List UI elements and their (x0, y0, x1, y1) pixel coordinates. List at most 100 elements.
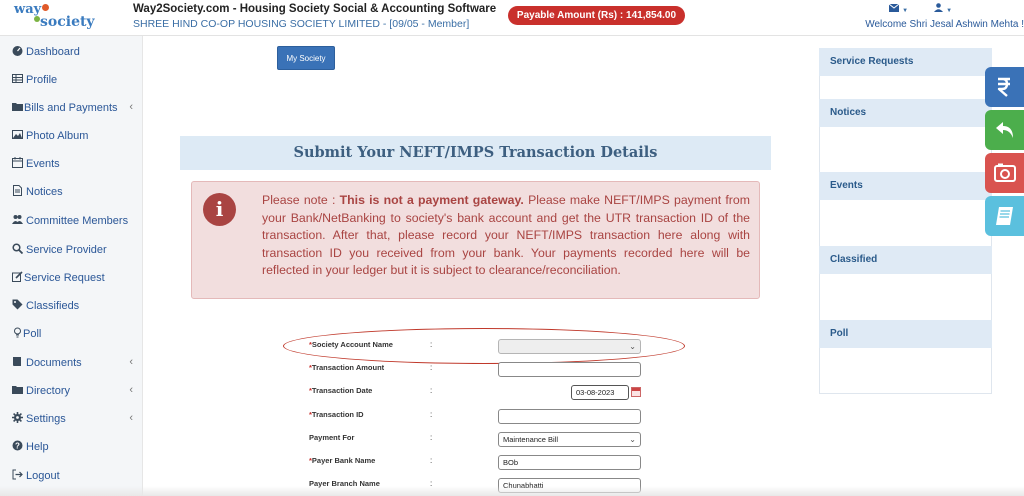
reply-button[interactable] (985, 110, 1024, 150)
svg-text:?: ? (15, 441, 20, 450)
table-icon (12, 74, 23, 83)
sidebar-item-directory[interactable]: Directory ‹ (0, 380, 143, 404)
payment-for-label: Payment For (309, 433, 355, 442)
transaction-date-label: *Transaction Date (309, 386, 372, 395)
logout-icon (12, 469, 23, 480)
sidebar-item-documents[interactable]: Documents ‹ (0, 352, 143, 376)
rupee-icon (997, 77, 1010, 97)
sidebar-item-label: Service Request (24, 272, 105, 284)
society-subtitle: SHREE HIND CO-OP HOUSING SOCIETY LIMITED… (133, 18, 470, 30)
book-icon (996, 207, 1013, 225)
page-title: Submit Your NEFT/IMPS Transaction Detail… (180, 136, 771, 170)
sidebar-item-dashboard[interactable]: Dashboard (0, 41, 143, 65)
chevron-down-icon: ▼ (902, 8, 909, 14)
my-society-button[interactable]: My Society (277, 46, 335, 70)
payer-bank-name-label: *Payer Bank Name (309, 456, 375, 465)
help-icon: ? (12, 440, 23, 451)
sidebar-item-bills-and-payments[interactable]: Bills and Payments ‹ (0, 97, 143, 121)
sidebar-item-photo-album[interactable]: Photo Album (0, 125, 143, 149)
transaction-amount-label: *Transaction Amount (309, 363, 384, 372)
field-label-text: Transaction ID (311, 410, 364, 419)
logo-text-bottom: society (40, 14, 95, 30)
sidebar-item-service-request[interactable]: Service Request (0, 267, 143, 291)
field-colon: : (430, 456, 433, 465)
sidebar-item-label: Help (26, 441, 49, 453)
top-header: way society Way2Society.com - Housing So… (0, 0, 1024, 36)
field-colon: : (430, 433, 433, 442)
sidebar-item-label: Directory (26, 385, 71, 397)
sidebar-item-profile[interactable]: Profile (0, 69, 143, 93)
poll-header[interactable]: Poll (819, 320, 992, 348)
field-label-text: Transaction Amount (311, 363, 385, 372)
folder-icon (12, 386, 23, 394)
chevron-down-icon: ▼ (946, 8, 953, 14)
sidebar-item-label: Profile (26, 74, 58, 86)
transaction-id-input[interactable] (498, 409, 641, 424)
dashboard-icon (12, 46, 23, 56)
note-prefix: Please note : (262, 193, 340, 207)
info-icon: i (203, 193, 236, 226)
calendar-icon (12, 157, 23, 168)
folder-icon (12, 103, 23, 111)
chevron-left-icon: ‹ (129, 412, 133, 424)
sidebar-item-service-provider[interactable]: Service Provider (0, 239, 143, 263)
field-colon: : (430, 410, 433, 419)
users-icon (12, 215, 23, 224)
sidebar-item-label: Events (26, 158, 60, 170)
sidebar-item-label: Committee Members (26, 215, 129, 227)
select-value: Maintenance Bill (503, 435, 559, 444)
book-icon (13, 357, 21, 366)
classified-header[interactable]: Classified (819, 246, 992, 274)
sidebar-item-label: Settings (26, 413, 66, 425)
service-requests-header[interactable]: Service Requests (819, 48, 992, 76)
transaction-date-input[interactable]: 03-08-2023 (571, 385, 629, 400)
field-colon: : (430, 363, 433, 372)
chevron-left-icon: ‹ (129, 356, 133, 368)
sidebar-item-label: Classifieds (26, 300, 80, 312)
search-icon (12, 243, 23, 254)
sidebar-item-help[interactable]: ? Help (0, 436, 143, 460)
chevron-left-icon: ‹ (129, 384, 133, 396)
welcome-text: Welcome Shri Jesal Ashwin Mehta ! (865, 19, 1024, 30)
sidebar-item-label: Poll (23, 328, 42, 340)
payable-amount-badge[interactable]: Payable Amount (Rs) : 141,854.00 (508, 6, 685, 25)
pay-dues-button[interactable] (985, 67, 1024, 107)
chevron-down-icon: ⌄ (629, 435, 636, 444)
sidebar-item-poll[interactable]: Poll (0, 323, 143, 347)
payer-bank-name-input[interactable]: BOb (498, 455, 641, 470)
payment-note-text: Please note : This is not a payment gate… (262, 192, 750, 280)
sidebar-item-events[interactable]: Events (0, 153, 143, 177)
way2society-logo[interactable]: way society (14, 2, 110, 34)
sidebar-item-settings[interactable]: Settings ‹ (0, 408, 143, 432)
sidebar-item-label: Photo Album (26, 130, 89, 142)
user-menu[interactable]: ▼ (934, 3, 952, 15)
sidebar-item-label: Notices (26, 186, 63, 198)
sidebar-item-label: Dashboard (26, 46, 80, 58)
documents-button[interactable] (985, 196, 1024, 236)
mail-menu[interactable]: ▼ (888, 3, 909, 15)
sidebar-item-label: Logout (26, 470, 60, 482)
sidebar-item-label: Service Provider (26, 244, 107, 256)
sidebar-item-committee-members[interactable]: Committee Members (0, 210, 143, 234)
photo-album-button[interactable] (985, 153, 1024, 193)
lightbulb-icon (14, 327, 21, 338)
payment-for-select[interactable]: Maintenance Bill ⌄ (498, 432, 641, 447)
envelope-icon (888, 3, 900, 12)
gear-icon (12, 412, 23, 423)
edit-icon (12, 271, 23, 282)
transaction-amount-input[interactable] (498, 362, 641, 377)
file-icon (13, 185, 22, 196)
events-header[interactable]: Events (819, 172, 992, 200)
highlight-annotation (283, 328, 685, 364)
image-icon (12, 130, 23, 139)
sidebar-item-label: Bills and Payments (24, 102, 118, 114)
calendar-icon[interactable] (631, 387, 641, 397)
notices-header[interactable]: Notices (819, 99, 992, 127)
sidebar-item-notices[interactable]: Notices (0, 181, 143, 205)
logo-text-top: way (14, 2, 42, 17)
field-colon: : (430, 386, 433, 395)
user-icon (934, 3, 943, 12)
field-label-text: Transaction Date (311, 386, 373, 395)
sidebar-item-classifieds[interactable]: Classifieds (0, 295, 143, 319)
field-label-text: Payer Bank Name (311, 456, 376, 465)
